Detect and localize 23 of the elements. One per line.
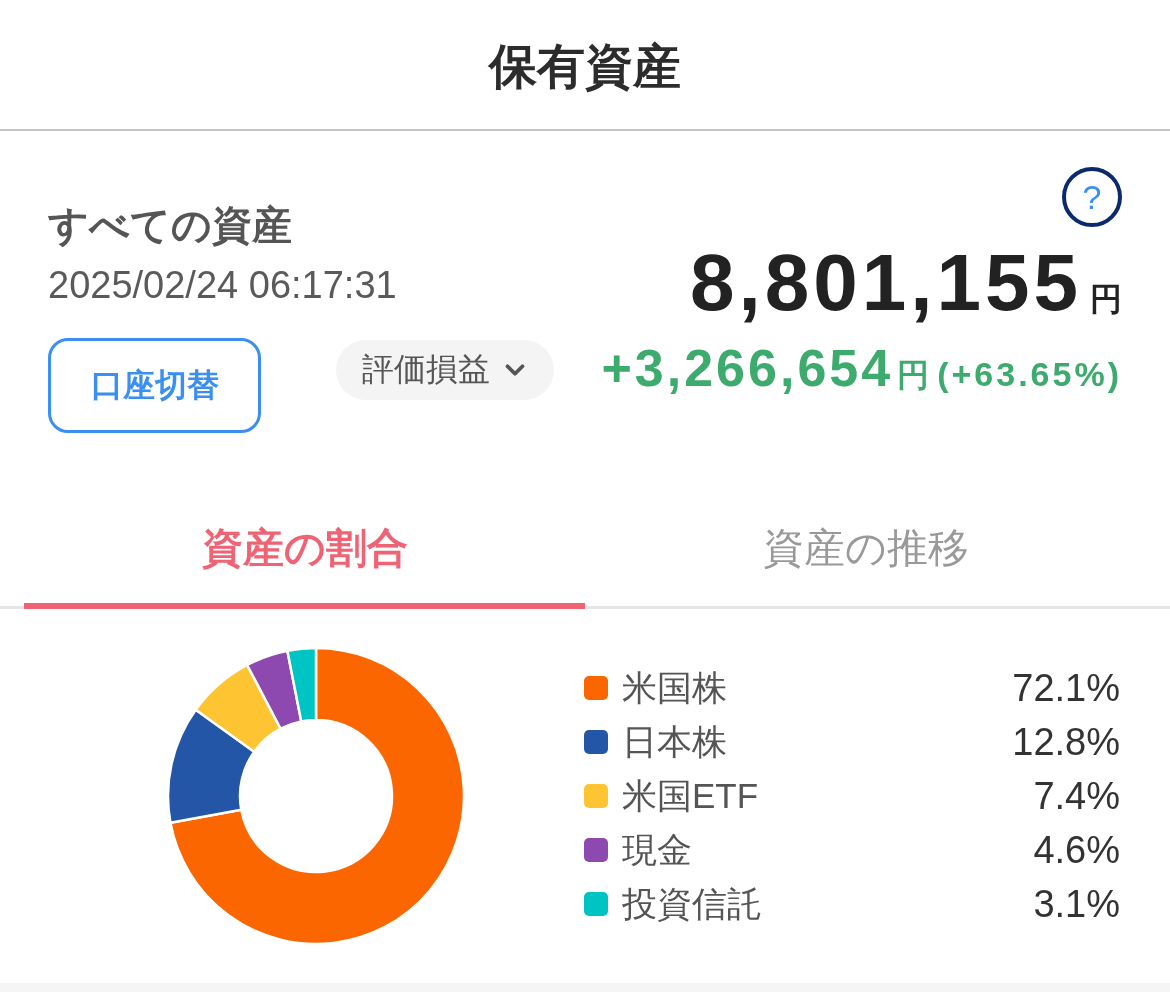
legend-value: 7.4%: [1033, 774, 1120, 818]
legend-label: 米国株: [622, 667, 727, 709]
total-amount: 8,801,155: [690, 243, 1082, 323]
legend-value: 12.8%: [1012, 720, 1120, 764]
metric-dropdown[interactable]: 評価損益: [336, 340, 554, 400]
switch-account-button[interactable]: 口座切替: [48, 338, 261, 433]
legend-label: 米国ETF: [622, 775, 759, 817]
legend-value: 3.1%: [1033, 882, 1120, 926]
gain-amount: +3,266,654: [601, 338, 894, 398]
legend-label: 投資信託: [622, 883, 762, 925]
help-button[interactable]: ?: [1062, 167, 1122, 227]
section-title: すべての資産: [48, 202, 293, 249]
tab[interactable]: 資産の推移: [585, 479, 1146, 609]
currency-unit: 円: [897, 356, 930, 395]
legend-value: 4.6%: [1033, 828, 1120, 872]
page-title: 保有資産: [489, 38, 681, 95]
legend-label: 日本株: [622, 721, 727, 763]
currency-unit: 円: [1090, 280, 1122, 319]
tab[interactable]: 資産の割合: [24, 479, 585, 609]
gain-percent: (+63.65%): [937, 354, 1122, 395]
timestamp: 2025/02/24 06:17:31: [48, 263, 397, 308]
legend-label: 現金: [622, 829, 692, 871]
legend-value: 72.1%: [1012, 666, 1120, 710]
